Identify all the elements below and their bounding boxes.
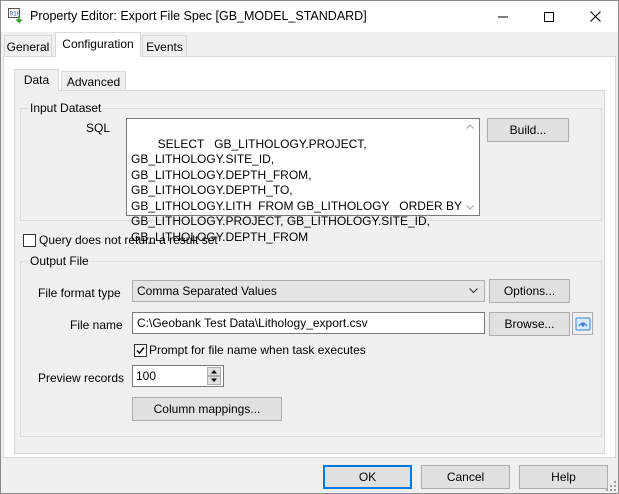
help-button[interactable]: Help [519,465,608,489]
file-name-label: File name [70,318,123,332]
tab-label: General [6,40,50,54]
file-preview-icon [575,317,590,330]
file-format-value: Comma Separated Values [137,284,277,298]
property-editor-window: 010 Property Editor: Export File Spec [G… [0,0,619,494]
arrow-down-icon [211,378,217,382]
cancel-label: Cancel [446,470,485,484]
stepper-down-button[interactable] [207,376,221,385]
preview-records-label: Preview records [38,371,125,385]
browse-button[interactable]: Browse... [489,312,570,336]
tab-configuration[interactable]: Configuration [55,32,141,57]
arrow-up-icon [211,370,217,374]
tab-label: Advanced [66,75,121,89]
column-mappings-button[interactable]: Column mappings... [132,397,282,421]
chevron-down-icon [469,288,478,294]
sql-label: SQL [86,121,111,135]
input-dataset-label: Input Dataset [28,101,104,115]
preview-records-input[interactable] [133,366,205,386]
sql-textarea[interactable]: SELECT GB_LITHOLOGY.PROJECT, GB_LITHOLOG… [126,118,480,244]
tab-label: Data [23,73,50,87]
data-tab-panel: Input Dataset SQL SELECT GB_LITHOLOGY.PR… [14,90,605,454]
file-format-label: File format type [38,286,121,300]
minimize-button[interactable] [480,1,526,32]
preview-file-button[interactable] [572,312,593,335]
prompt-file-name-label: Prompt for file name when task executes [149,343,366,357]
configuration-panel: Data Advanced Input Dataset SQL SELECT G… [3,56,616,458]
prompt-file-name-checkbox[interactable] [134,344,147,357]
close-icon [589,11,601,22]
ok-label: OK [358,470,377,484]
checkmark-icon [136,347,145,355]
browse-label: Browse... [504,317,555,331]
build-label: Build... [509,123,547,137]
tab-label: Configuration [62,37,134,51]
app-property-icon: 010 [8,8,24,24]
resize-grip-icon[interactable] [606,481,616,491]
close-button[interactable] [572,1,618,32]
tab-general[interactable]: General [4,35,52,56]
query-no-result-label: Query does not return a result set [39,233,218,247]
query-no-result-checkbox[interactable] [23,234,36,247]
preview-records-stepper[interactable] [132,365,224,387]
column-mappings-label: Column mappings... [153,402,261,416]
help-label: Help [551,470,576,484]
scroll-up-icon [466,124,474,129]
options-label: Options... [503,284,556,298]
scroll-down-icon [466,205,474,210]
output-file-label: Output File [28,254,91,268]
minimize-icon [498,16,508,17]
options-button[interactable]: Options... [489,279,570,303]
window-title: Property Editor: Export File Spec [GB_MO… [30,9,367,23]
maximize-icon [544,11,554,22]
tab-label: Events [146,40,183,54]
main-tab-strip: General Configuration Events [1,32,618,57]
title-bar: 010 Property Editor: Export File Spec [G… [1,1,618,32]
file-format-select[interactable]: Comma Separated Values [132,280,485,302]
ok-button[interactable]: OK [323,465,412,489]
cancel-button[interactable]: Cancel [421,465,510,489]
tab-events[interactable]: Events [142,35,187,56]
sql-scrollbar[interactable] [462,119,479,215]
tab-data[interactable]: Data [14,69,59,91]
sql-text: SELECT GB_LITHOLOGY.PROJECT, GB_LITHOLOG… [131,136,462,244]
file-name-input[interactable] [132,312,485,334]
build-button[interactable]: Build... [487,118,569,142]
stepper-up-button[interactable] [207,367,221,376]
maximize-button[interactable] [526,1,572,32]
dialog-footer: OK Cancel Help [1,458,618,493]
tab-advanced[interactable]: Advanced [61,71,126,91]
